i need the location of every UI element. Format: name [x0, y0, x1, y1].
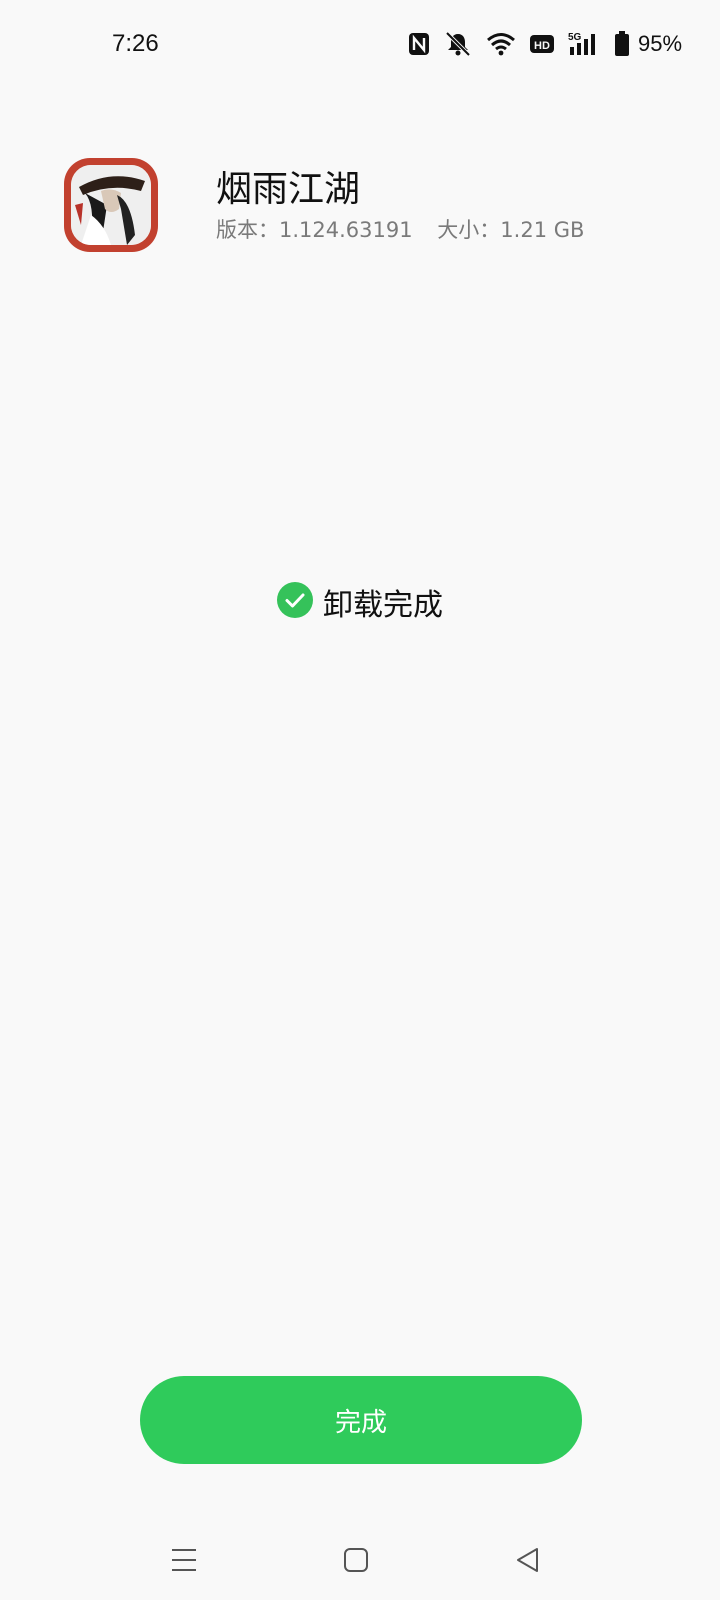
check-circle-icon: [277, 582, 313, 622]
uninstall-result: 卸载完成: [0, 580, 720, 624]
app-game-icon: [64, 158, 158, 252]
done-button[interactable]: 完成: [140, 1376, 582, 1464]
nfc-icon: [408, 32, 430, 56]
navigation-bar: [0, 1520, 720, 1600]
status-icons: HD 5G 95%: [408, 28, 682, 60]
app-meta: 版本：1.124.63191 大小：1.21 GB: [216, 214, 584, 244]
app-name: 烟雨江湖: [216, 169, 361, 210]
uninstall-screen: 7:26 HD 5G 95% 烟雨江湖 版本：1.124.63191 大小：1.…: [0, 0, 720, 1600]
app-version: 版本：1.124.63191: [216, 218, 413, 242]
battery-percent: 95%: [638, 31, 683, 56]
wifi-icon: [486, 32, 516, 56]
status-bar: 7:26 HD 5G 95%: [0, 0, 720, 92]
svg-text:5G: 5G: [568, 32, 582, 43]
result-text: 卸载完成: [323, 588, 443, 623]
back-icon[interactable]: [506, 1538, 550, 1582]
app-header: 烟雨江湖 版本：1.124.63191 大小：1.21 GB: [64, 158, 664, 258]
signal-5g-icon: 5G: [568, 31, 600, 57]
hd-icon: HD: [530, 34, 554, 54]
app-size: 大小：1.21 GB: [437, 218, 585, 242]
menu-icon[interactable]: [162, 1538, 206, 1582]
svg-text:HD: HD: [534, 40, 550, 52]
bell-muted-icon: [444, 31, 472, 57]
home-icon[interactable]: [334, 1538, 378, 1582]
status-time: 7:26: [112, 30, 159, 57]
battery-icon: [614, 31, 630, 57]
